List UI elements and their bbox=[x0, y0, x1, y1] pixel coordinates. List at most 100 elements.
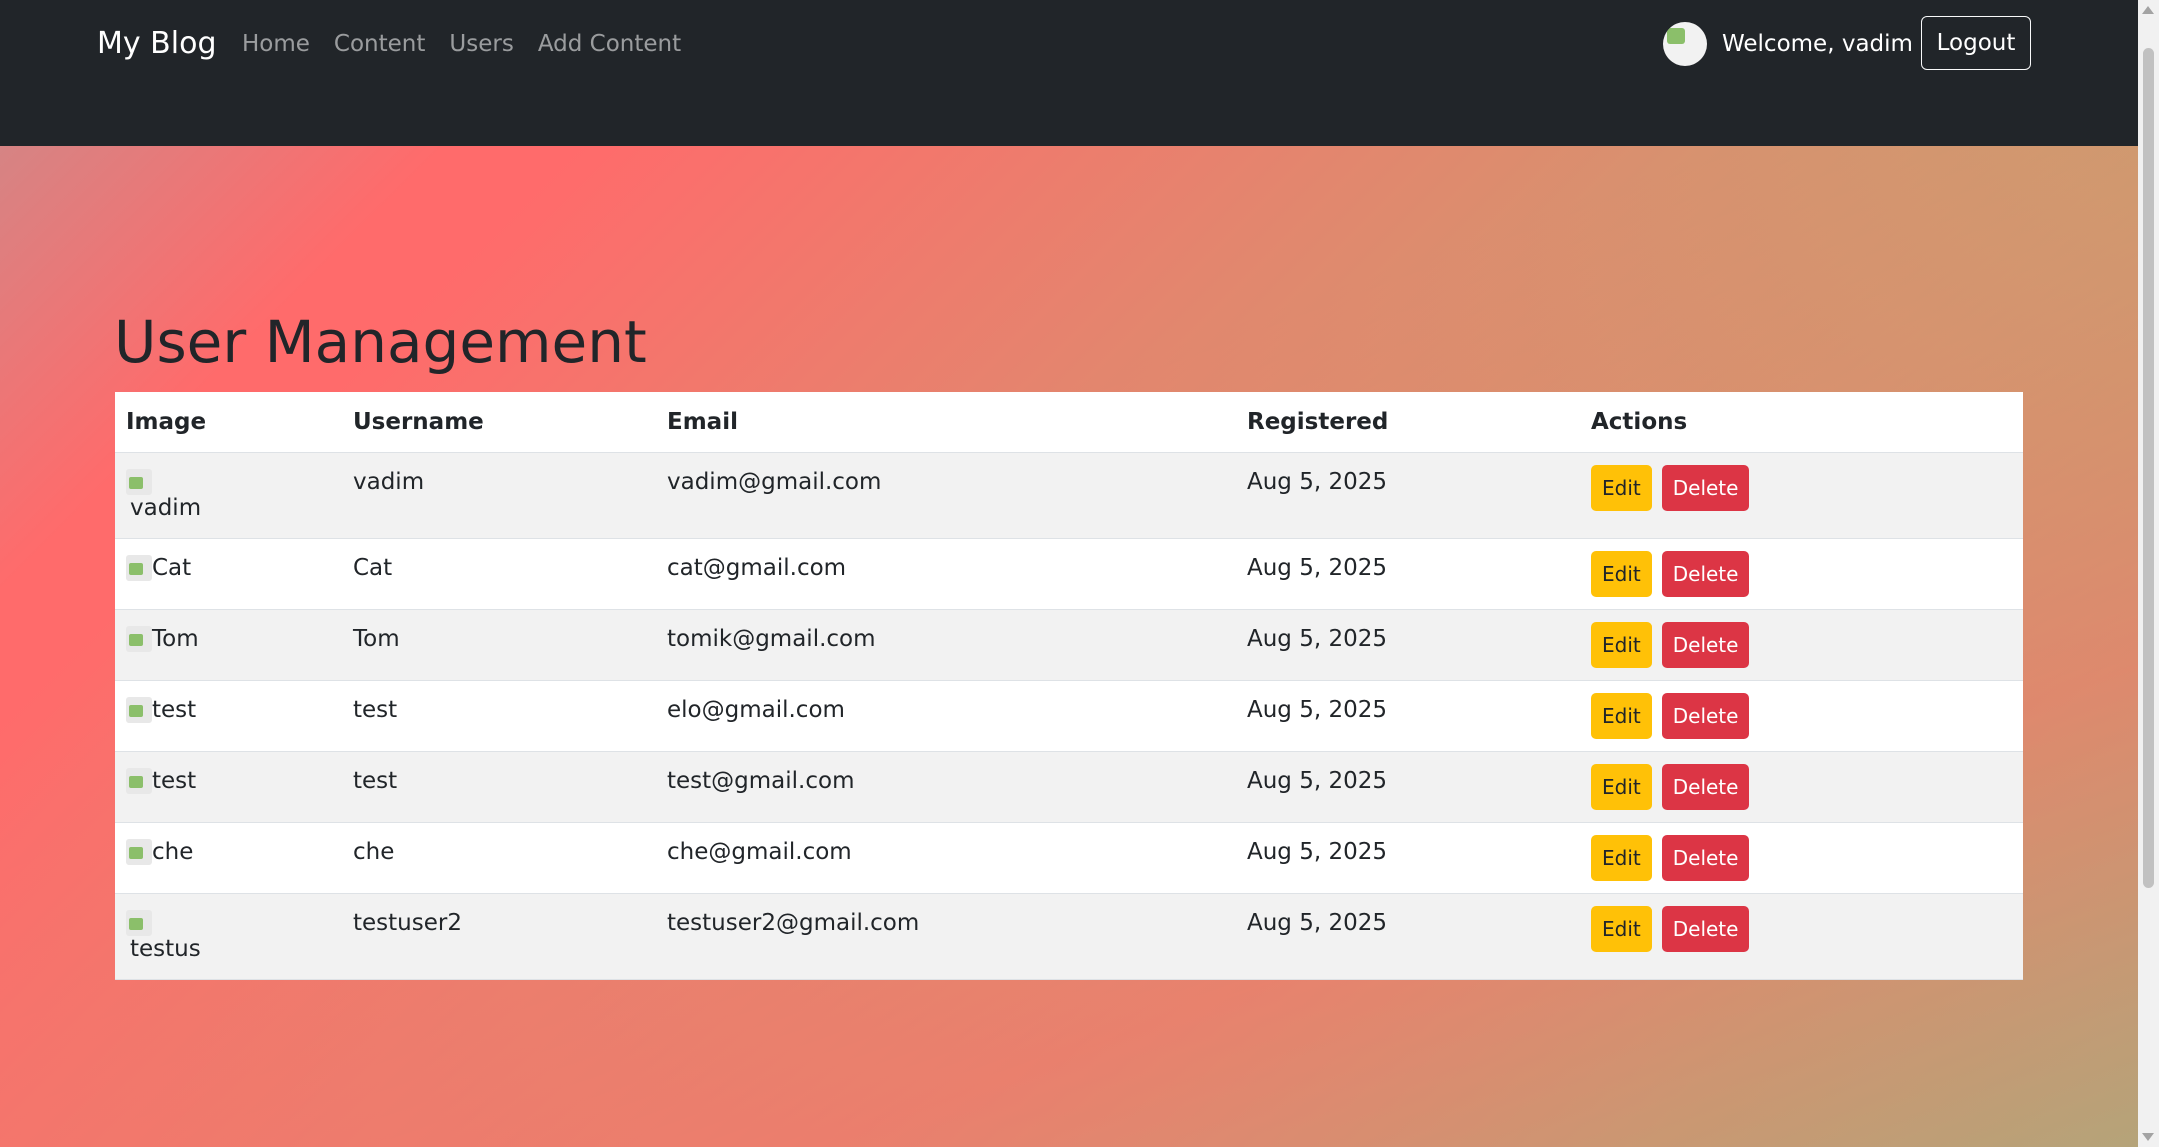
delete-button[interactable]: Delete bbox=[1661, 622, 1750, 668]
nav-link-users[interactable]: Users bbox=[449, 31, 513, 57]
registered-cell: Aug 5, 2025 bbox=[1236, 609, 1580, 681]
username-cell: Tom bbox=[342, 609, 656, 681]
edit-button[interactable]: Edit bbox=[1591, 622, 1652, 668]
registered-cell: Aug 5, 2025 bbox=[1236, 538, 1580, 610]
nav-links: Home Content Users Add Content bbox=[242, 31, 705, 57]
user-image-alt: testuser2 bbox=[130, 936, 201, 962]
registered-date: Aug 5, 2025 bbox=[1247, 839, 1388, 865]
user-image-cell: che bbox=[115, 822, 342, 894]
email-cell: test@gmail.com bbox=[656, 751, 1236, 823]
delete-button[interactable]: Delete bbox=[1661, 906, 1750, 952]
vertical-scrollbar[interactable] bbox=[2138, 0, 2159, 1147]
username: test bbox=[353, 697, 398, 723]
header-actions: Actions bbox=[1580, 392, 2023, 453]
logout-button[interactable]: Logout bbox=[1921, 16, 2031, 70]
table-row: che che che@gmail.com Aug 5, 2025 Edit De… bbox=[115, 822, 2023, 894]
user-image-cell: vadim bbox=[115, 452, 342, 539]
user-image: Tom bbox=[126, 626, 211, 666]
user-image-alt: test bbox=[152, 768, 197, 794]
scroll-down-arrow-icon[interactable] bbox=[2142, 1133, 2154, 1141]
email: cat@gmail.com bbox=[667, 555, 847, 581]
edit-button[interactable]: Edit bbox=[1591, 764, 1652, 810]
user-image: test bbox=[126, 697, 211, 737]
user-image-cell: test bbox=[115, 680, 342, 752]
username: vadim bbox=[353, 469, 425, 495]
username-cell: vadim bbox=[342, 452, 656, 539]
email: test@gmail.com bbox=[667, 768, 855, 794]
brand-link[interactable]: My Blog bbox=[97, 26, 217, 61]
registered-cell: Aug 5, 2025 bbox=[1236, 680, 1580, 752]
table-row: test test elo@gmail.com Aug 5, 2025 Edit… bbox=[115, 680, 2023, 752]
actions-cell: Edit Delete bbox=[1580, 893, 2023, 980]
username: che bbox=[353, 839, 395, 865]
user-image-alt: test bbox=[152, 697, 197, 723]
registered-cell: Aug 5, 2025 bbox=[1236, 893, 1580, 980]
user-image-alt: Tom bbox=[152, 626, 199, 652]
email: tomik@gmail.com bbox=[667, 626, 876, 652]
delete-button[interactable]: Delete bbox=[1661, 465, 1750, 511]
user-image-cell: test bbox=[115, 751, 342, 823]
page-background: My Blog Home Content Users Add Content W… bbox=[0, 0, 2138, 1147]
registered-date: Aug 5, 2025 bbox=[1247, 910, 1388, 936]
edit-button[interactable]: Edit bbox=[1591, 693, 1652, 739]
username: Tom bbox=[353, 626, 400, 652]
table-header-row: Image Username Email Registered Actions bbox=[115, 392, 2023, 453]
actions-cell: Edit Delete bbox=[1580, 609, 2023, 681]
actions-cell: Edit Delete bbox=[1580, 538, 2023, 610]
broken-image-icon bbox=[126, 910, 152, 936]
user-image-alt: Cat bbox=[152, 555, 192, 581]
scroll-up-arrow-icon[interactable] bbox=[2142, 6, 2154, 14]
user-image-alt: che bbox=[152, 839, 194, 865]
edit-button[interactable]: Edit bbox=[1591, 551, 1652, 597]
username: test bbox=[353, 768, 398, 794]
registered-date: Aug 5, 2025 bbox=[1247, 697, 1388, 723]
registered-cell: Aug 5, 2025 bbox=[1236, 822, 1580, 894]
email-cell: cat@gmail.com bbox=[656, 538, 1236, 610]
username-cell: Cat bbox=[342, 538, 656, 610]
actions-cell: Edit Delete bbox=[1580, 751, 2023, 823]
header-registered: Registered bbox=[1236, 392, 1580, 453]
user-image-cell: Tom bbox=[115, 609, 342, 681]
delete-button[interactable]: Delete bbox=[1661, 835, 1750, 881]
broken-image-icon bbox=[126, 469, 152, 495]
email-cell: che@gmail.com bbox=[656, 822, 1236, 894]
actions-cell: Edit Delete bbox=[1580, 822, 2023, 894]
user-image: test bbox=[126, 768, 211, 808]
table-row: test test test@gmail.com Aug 5, 2025 Edi… bbox=[115, 751, 2023, 823]
delete-button[interactable]: Delete bbox=[1661, 764, 1750, 810]
scroll-thumb[interactable] bbox=[2143, 48, 2154, 888]
nav-link-add-content[interactable]: Add Content bbox=[538, 31, 681, 57]
header-email: Email bbox=[656, 392, 1236, 453]
users-table: Image Username Email Registered Actions … bbox=[115, 392, 2023, 980]
username-cell: test bbox=[342, 680, 656, 752]
actions-cell: Edit Delete bbox=[1580, 452, 2023, 539]
registered-date: Aug 5, 2025 bbox=[1247, 555, 1388, 581]
avatar bbox=[1663, 22, 1707, 66]
navbar: My Blog Home Content Users Add Content W… bbox=[0, 0, 2138, 146]
edit-button[interactable]: Edit bbox=[1591, 465, 1652, 511]
edit-button[interactable]: Edit bbox=[1591, 906, 1652, 952]
username-cell: test bbox=[342, 751, 656, 823]
registered-date: Aug 5, 2025 bbox=[1247, 469, 1388, 495]
registered-cell: Aug 5, 2025 bbox=[1236, 751, 1580, 823]
username-cell: testuser2 bbox=[342, 893, 656, 980]
email-cell: elo@gmail.com bbox=[656, 680, 1236, 752]
email-cell: tomik@gmail.com bbox=[656, 609, 1236, 681]
nav-link-content[interactable]: Content bbox=[334, 31, 425, 57]
user-image: vadim bbox=[126, 469, 201, 527]
broken-image-icon bbox=[1667, 28, 1685, 44]
registered-cell: Aug 5, 2025 bbox=[1236, 452, 1580, 539]
delete-button[interactable]: Delete bbox=[1661, 693, 1750, 739]
delete-button[interactable]: Delete bbox=[1661, 551, 1750, 597]
nav-link-home[interactable]: Home bbox=[242, 31, 310, 57]
users-table-container: Image Username Email Registered Actions … bbox=[115, 392, 2023, 980]
user-image-cell: testuser2 bbox=[115, 893, 342, 980]
table-row: testuser2 testuser2 testuser2@gmail.com … bbox=[115, 893, 2023, 980]
username: Cat bbox=[353, 555, 393, 581]
edit-button[interactable]: Edit bbox=[1591, 835, 1652, 881]
email: elo@gmail.com bbox=[667, 697, 845, 723]
header-image: Image bbox=[115, 392, 342, 453]
username: testuser2 bbox=[353, 910, 462, 936]
user-image: Cat bbox=[126, 555, 211, 595]
actions-cell: Edit Delete bbox=[1580, 680, 2023, 752]
